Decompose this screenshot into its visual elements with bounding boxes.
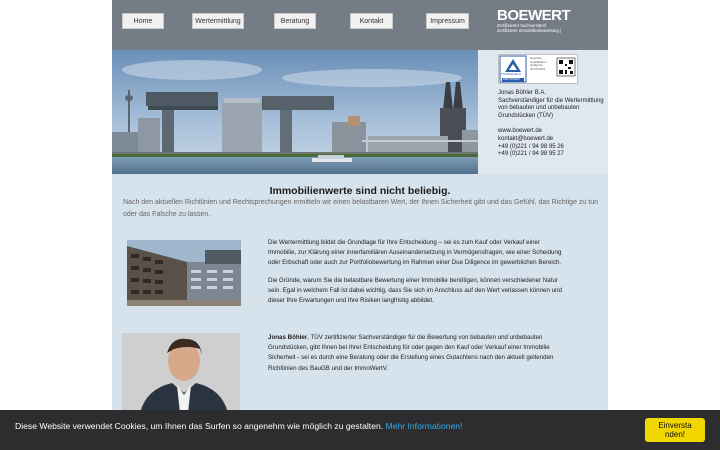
contact-role-line2: von bebauten und unbebauten [498, 105, 580, 112]
phone-number-1[interactable]: +49 (0)221 / 94 98 95 26 [498, 144, 606, 152]
contact-info-box: TÜVRheinland ZERTIFIZIERT Geprüfte Quali… [478, 50, 608, 174]
tuv-side-text: Geprüfte Qualifikation Gültig bis 30.06.… [530, 56, 547, 71]
jonas-boehler-paragraph: Jonas Böhler, TÜV zertifizierter Sachver… [268, 334, 554, 372]
top-navigation-bar: Home Wertermittlung Beratung Kontakt Imp… [112, 0, 608, 50]
email-link[interactable]: kontakt@boewert.de [498, 136, 606, 144]
tuv-cert-label: ZERTIFIZIERT [503, 78, 521, 81]
jonas-boehler-name: Jonas Böhler [268, 334, 308, 341]
contact-role-line3: Grundstücken (TÜV) [498, 112, 554, 119]
building-photo [127, 240, 241, 306]
logo-tagline-2: Zertifizierte Immobilienbewertung | [497, 28, 561, 33]
nav-wertermittlung[interactable]: Wertermittlung [192, 13, 244, 29]
cookie-accept-button[interactable]: Einversta nden! [645, 418, 705, 442]
portrait-photo [122, 333, 240, 413]
contact-name: Jonas Böhler B.A. [498, 90, 547, 96]
cookie-text: Diese Website verwendet Cookies, um Ihne… [15, 421, 463, 431]
cookie-banner: Diese Website verwendet Cookies, um Ihne… [0, 410, 720, 450]
lead-paragraph: Nach den aktuellen Richtlinien und Recht… [123, 199, 598, 218]
logo-wordmark: BOEWERT [497, 7, 571, 24]
contact-details: Jonas Böhler B.A. Sachverständiger für d… [498, 90, 606, 159]
nav-beratung[interactable]: Beratung [274, 13, 316, 29]
page-headline: Immobilienwerte sind nicht beliebig. [269, 185, 451, 197]
nav-impressum[interactable]: Impressum [426, 13, 469, 29]
website-link[interactable]: www.boewert.de [498, 128, 606, 136]
wertermittlung-paragraph: Die Wertermittlung bildet die Grundlage … [268, 239, 562, 267]
cookie-more-info-link[interactable]: Mehr Informationen! [386, 421, 463, 431]
phone-number-2[interactable]: +49 (0)221 / 94 98 95 27 [498, 151, 606, 159]
page-container: Home Wertermittlung Beratung Kontakt Imp… [112, 0, 608, 450]
main-content: Immobilienwerte sind nicht beliebig. Nac… [112, 174, 608, 450]
tuv-brand-text: TÜVRheinland [501, 72, 521, 76]
gruende-paragraph: Die Gründe, warum Sie die belastbare Bew… [268, 277, 562, 305]
nav-kontakt[interactable]: Kontakt [350, 13, 393, 29]
hero-cologne-skyline-image [112, 50, 478, 174]
contact-role-line1: Sachverständiger für die Wertermittlung [498, 97, 604, 104]
nav-home[interactable]: Home [122, 13, 164, 29]
boewert-logo[interactable]: BOEWERT Zertifizierter Sachverständ Zert… [497, 8, 603, 38]
tuv-certificate-badge: TÜVRheinland ZERTIFIZIERT Geprüfte Quali… [498, 54, 578, 84]
